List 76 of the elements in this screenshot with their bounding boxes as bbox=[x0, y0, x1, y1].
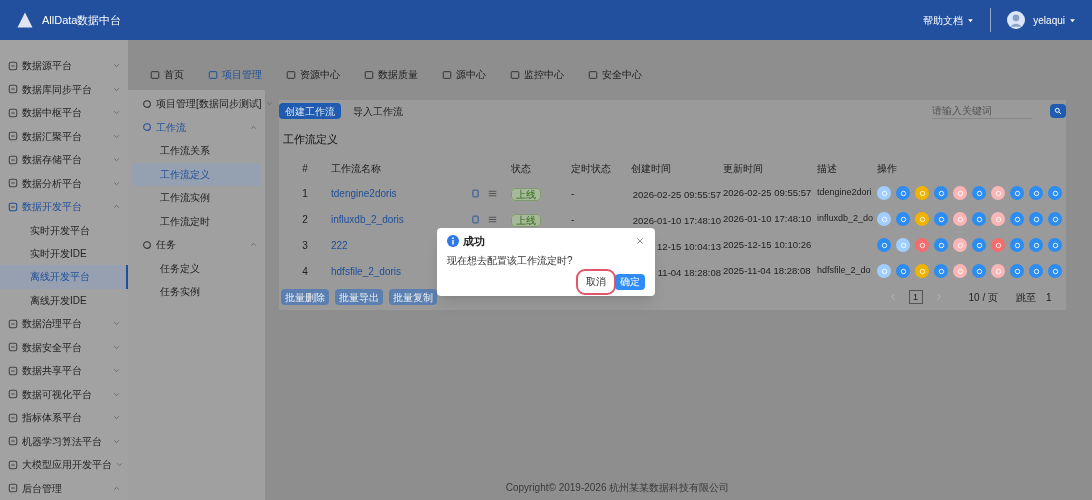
table-cell-text: 2025-12-15 10:10:26 bbox=[722, 237, 813, 252]
confirm-button[interactable]: 确定 bbox=[615, 273, 645, 290]
sidebar-item[interactable]: 数据库同步平台 bbox=[0, 77, 128, 101]
column-header: 描述 bbox=[816, 161, 838, 176]
menu-item[interactable]: 工作流实例 bbox=[132, 186, 261, 210]
menu-item[interactable]: 任务定义 bbox=[132, 256, 261, 280]
sidebar-subitem[interactable]: 实时开发平台 bbox=[0, 218, 128, 242]
column-header: 定时状态 bbox=[571, 161, 612, 176]
user-menu[interactable]: yelaqui bbox=[1033, 12, 1076, 28]
table-cell-text: 3 bbox=[301, 238, 309, 253]
menu-item[interactable]: 工作流关系 bbox=[132, 139, 261, 163]
sidebar-item[interactable]: 数据中枢平台 bbox=[0, 100, 128, 125]
copyright-text: Copyright© 2019-2026 杭州某某数据科技有限公司 bbox=[504, 481, 731, 495]
create-workflow-button[interactable]: 创建工作流 bbox=[279, 103, 341, 119]
sidebar-item[interactable]: 机器学习算法平台 bbox=[0, 429, 128, 453]
sidebar-item[interactable]: 指标体系平台 bbox=[0, 406, 128, 430]
batch-button[interactable]: 批量复制 bbox=[389, 289, 437, 305]
sidebar-item[interactable]: 数据开发平台 bbox=[0, 194, 128, 219]
column-header: 工作流名称 bbox=[331, 161, 382, 176]
sidebar-subitem[interactable]: 离线开发IDE bbox=[0, 288, 128, 313]
menu-item[interactable]: 工作流定时 bbox=[132, 209, 261, 233]
sidebar-item[interactable]: 大模型应用开发平台 bbox=[0, 452, 128, 477]
table-cell: 11-04 18:28:08 bbox=[657, 267, 721, 278]
column-header: # bbox=[301, 161, 309, 176]
section-title: 工作流定义 bbox=[282, 131, 339, 147]
sidebar-item[interactable]: 数据源平台 bbox=[0, 54, 128, 78]
column-header: 操作 bbox=[877, 161, 898, 176]
nav-tab[interactable]: 源中心 bbox=[442, 67, 486, 82]
import-workflow-button[interactable]: 导入工作流 bbox=[349, 103, 407, 119]
table-cell: 2026-02-25 09:55:57 bbox=[632, 189, 721, 200]
column-header: 更新时间 bbox=[722, 161, 764, 176]
sidebar-item[interactable]: 数据存储平台 bbox=[0, 147, 128, 172]
nav-tab[interactable]: 安全中心 bbox=[588, 67, 642, 82]
table-cell-text: 1 bbox=[301, 186, 309, 201]
sidebar-item[interactable]: 数据安全平台 bbox=[0, 335, 128, 360]
search-field[interactable]: 请输入关键词 bbox=[932, 103, 1032, 119]
menu-item[interactable]: 任务实例 bbox=[132, 280, 261, 304]
page-button[interactable]: 1 bbox=[908, 290, 923, 304]
table-cell-text: influxdb_2_do bbox=[816, 212, 875, 226]
sidebar-item[interactable]: 数据治理平台 bbox=[0, 312, 128, 336]
dialog-title: 成功 bbox=[463, 234, 485, 249]
table-cell-text: 2025-11-04 18:28:08 bbox=[722, 263, 812, 278]
table-cell-text: - bbox=[571, 212, 576, 227]
table-cell-text: hdfsfile_2_do bbox=[816, 264, 872, 278]
column-header: 创建时间 bbox=[630, 161, 672, 176]
table-cell-text: - bbox=[571, 186, 576, 201]
sidebar-subitem[interactable]: 实时开发IDE bbox=[0, 241, 128, 266]
sidebar-item[interactable]: 数据汇聚平台 bbox=[0, 124, 128, 148]
menu-group[interactable]: 项目管理[数据同步测试] bbox=[128, 92, 265, 116]
nav-tab[interactable]: 资源中心 bbox=[286, 67, 340, 82]
help-docs-menu[interactable]: 帮助文档 bbox=[923, 12, 975, 28]
nav-tab[interactable]: 数据质量 bbox=[364, 67, 418, 82]
table-cell-text: 4 bbox=[301, 264, 309, 279]
table-cell-text: 2026-02-25 09:55:57 bbox=[722, 185, 813, 200]
batch-button[interactable]: 批量删除 bbox=[281, 289, 329, 305]
table-cell-text: 2026-01-10 17:48:10 bbox=[722, 211, 813, 226]
dialog-message: 现在想去配置该工作流定时? bbox=[447, 253, 574, 268]
menu-group[interactable]: 任务 bbox=[128, 233, 265, 257]
column-header: 状态 bbox=[511, 161, 532, 176]
table-cell: 2026-01-10 17:48:10 bbox=[632, 215, 721, 226]
sidebar-item[interactable]: 后台管理 bbox=[0, 476, 128, 500]
table-cell-text: tdengine2dori bbox=[816, 186, 873, 200]
page-jump-field[interactable]: 1 bbox=[1042, 289, 1066, 305]
batch-button[interactable]: 批量导出 bbox=[335, 289, 383, 305]
table-cell: 12-15 10:04:13 bbox=[657, 241, 721, 252]
table-cell-text: 2 bbox=[301, 212, 309, 227]
sidebar-item[interactable]: 数据可视化平台 bbox=[0, 382, 128, 407]
nav-tab[interactable]: 监控中心 bbox=[510, 67, 564, 82]
sidebar-item[interactable]: 数据共享平台 bbox=[0, 359, 128, 383]
page-size-select[interactable]: 10 / 页 bbox=[968, 289, 998, 305]
app-title: AllData数据中台 bbox=[42, 12, 122, 28]
jump-label: 跳至 bbox=[1016, 290, 1036, 305]
status-tag: 上线 bbox=[511, 214, 541, 227]
nav-tab[interactable]: 首页 bbox=[150, 67, 184, 82]
sidebar-item[interactable]: 数据分析平台 bbox=[0, 171, 128, 195]
status-tag: 上线 bbox=[511, 188, 541, 201]
